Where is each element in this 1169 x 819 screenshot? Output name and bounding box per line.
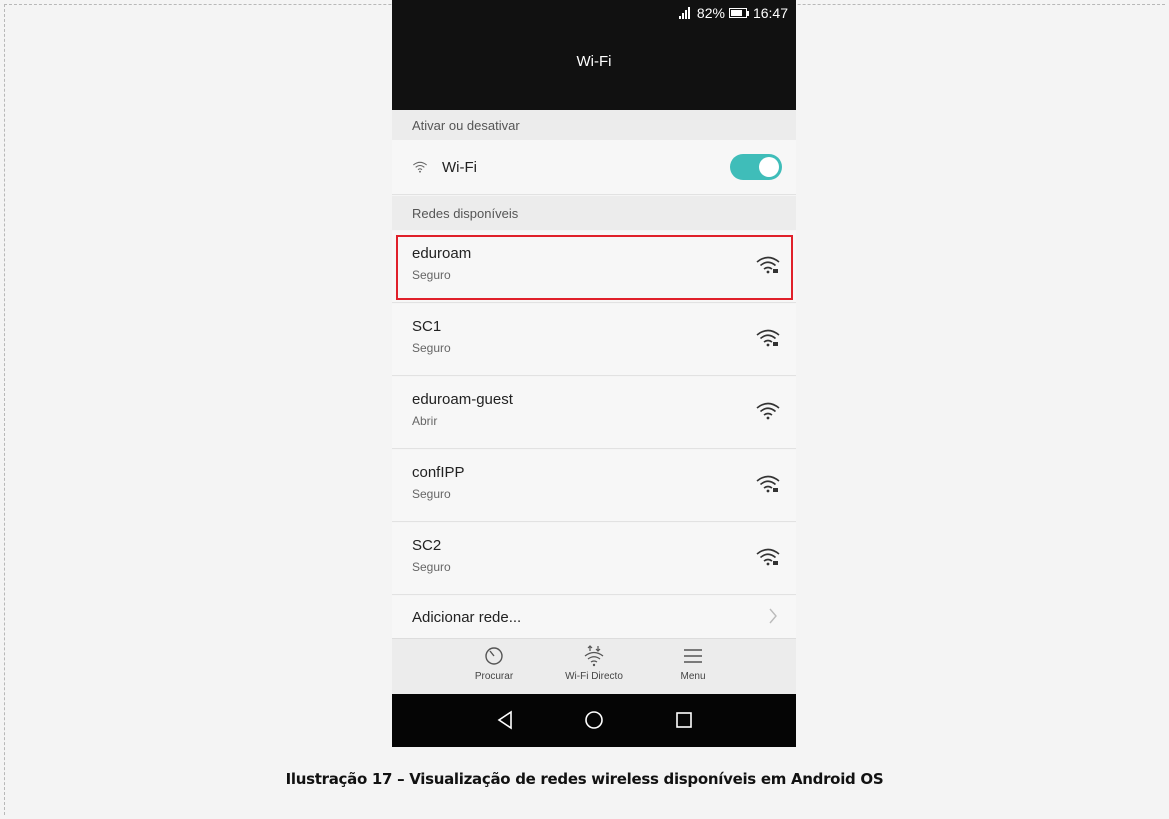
network-status: Seguro [412, 341, 451, 355]
network-item-confipp[interactable]: confIPP Seguro [392, 450, 796, 522]
wifi-locked-icon [756, 256, 780, 274]
network-status: Seguro [412, 560, 451, 574]
wifi-locked-icon [756, 548, 780, 566]
network-item-eduroam-guest[interactable]: eduroam-guest Abrir [392, 377, 796, 449]
page-title: Wi-Fi [576, 53, 612, 70]
navigation-bar [392, 694, 796, 747]
wifi-direct-label: Wi-Fi Directo [565, 671, 623, 682]
section-header-networks: Redes disponíveis [392, 196, 796, 230]
signal-icon [678, 7, 690, 19]
back-icon[interactable] [496, 710, 516, 730]
toggle-knob [759, 157, 779, 177]
wifi-toggle-row[interactable]: Wi-Fi [392, 140, 796, 195]
scan-label: Procurar [474, 671, 514, 682]
network-item-sc2[interactable]: SC2 Seguro [392, 523, 796, 595]
scan-button[interactable]: Procurar [449, 645, 539, 682]
network-name: eduroam [412, 245, 472, 262]
menu-label: Menu [680, 671, 706, 682]
figure-caption: Ilustração 17 – Visualização de redes wi… [285, 770, 884, 788]
network-name: eduroam-guest [412, 391, 513, 408]
network-name: SC2 [412, 537, 442, 554]
section-header-label: Ativar ou desativar [412, 117, 520, 133]
network-status: Abrir [412, 414, 438, 428]
wifi-direct-icon [584, 645, 604, 667]
network-status: Seguro [412, 487, 451, 501]
wifi-locked-icon [756, 329, 780, 347]
bottom-action-bar: Procurar Wi-Fi Directo Menu [392, 638, 796, 694]
battery-icon [728, 8, 749, 18]
clock: 16:47 [752, 5, 788, 21]
network-name: confIPP [412, 464, 465, 481]
wifi-locked-icon [756, 475, 780, 493]
network-name: SC1 [412, 318, 442, 335]
home-icon[interactable] [584, 710, 604, 730]
menu-icon [684, 649, 702, 663]
network-status: Seguro [412, 268, 451, 282]
phone-screen: 82% 16:47 Wi-Fi Ativar ou desativar Wi-F… [392, 0, 796, 747]
wifi-toggle-switch[interactable] [730, 154, 782, 180]
add-network-label: Adicionar rede... [412, 608, 522, 626]
wifi-icon [413, 161, 427, 173]
app-bar: Wi-Fi [392, 26, 796, 110]
menu-button[interactable]: Menu [648, 645, 738, 682]
status-bar: 82% 16:47 [392, 0, 796, 26]
chevron-right-icon [769, 608, 777, 624]
recent-apps-icon[interactable] [674, 710, 694, 730]
network-item-sc1[interactable]: SC1 Seguro [392, 304, 796, 376]
section-header-label: Redes disponíveis [412, 205, 519, 221]
refresh-icon [485, 647, 503, 665]
section-header-toggle: Ativar ou desativar [392, 110, 796, 140]
battery-percent: 82% [696, 5, 725, 21]
network-item-eduroam[interactable]: eduroam Seguro [392, 231, 796, 303]
wifi-icon [756, 402, 780, 420]
add-network-row[interactable]: Adicionar rede... [392, 596, 796, 638]
wifi-direct-button[interactable]: Wi-Fi Directo [549, 645, 639, 682]
wifi-toggle-label: Wi-Fi [442, 158, 477, 176]
